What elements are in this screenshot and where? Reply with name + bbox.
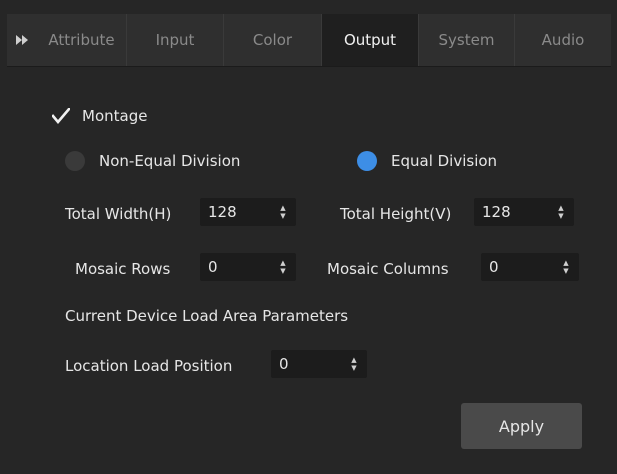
- total-width-spinbox[interactable]: 128 ▲ ▼: [200, 198, 296, 226]
- non-equal-division-option[interactable]: Non-Equal Division: [65, 151, 240, 171]
- mosaic-columns-label: Mosaic Columns: [327, 260, 449, 278]
- location-load-position-value[interactable]: 0: [271, 355, 341, 373]
- tab-attribute[interactable]: Attribute: [37, 14, 127, 66]
- output-settings-panel: Attribute Input Color Output System Audi…: [0, 0, 617, 474]
- tab-input[interactable]: Input: [127, 14, 224, 66]
- non-equal-division-label: Non-Equal Division: [99, 152, 241, 170]
- location-load-position-label: Location Load Position: [65, 357, 233, 375]
- total-height-value[interactable]: 128: [474, 203, 548, 221]
- tab-color[interactable]: Color: [224, 14, 322, 66]
- spin-arrows-icon[interactable]: ▲ ▼: [270, 253, 296, 281]
- spin-arrows-icon[interactable]: ▲ ▼: [548, 198, 574, 226]
- radio-selected-icon[interactable]: [357, 151, 377, 171]
- section-title: Current Device Load Area Parameters: [65, 307, 349, 325]
- tab-bar: Attribute Input Color Output System Audi…: [7, 14, 611, 67]
- tab-audio[interactable]: Audio: [515, 14, 611, 66]
- total-height-label: Total Height(V): [340, 205, 452, 223]
- total-width-label: Total Width(H): [65, 205, 172, 223]
- mosaic-rows-label: Mosaic Rows: [75, 260, 171, 278]
- montage-checkbox-row[interactable]: Montage: [52, 107, 147, 125]
- double-chevron-right-icon: [16, 35, 28, 45]
- spin-arrows-icon[interactable]: ▲ ▼: [341, 350, 367, 378]
- mosaic-columns-value[interactable]: 0: [481, 258, 553, 276]
- montage-label: Montage: [82, 107, 148, 125]
- double-chevron-right-icon[interactable]: [7, 14, 37, 66]
- radio-unselected-icon[interactable]: [65, 151, 85, 171]
- location-load-position-spinbox[interactable]: 0 ▲ ▼: [271, 350, 367, 378]
- output-tab-content: Montage Non-Equal Division Equal Divisio…: [7, 67, 611, 467]
- spin-arrows-icon[interactable]: ▲ ▼: [270, 198, 296, 226]
- total-height-spinbox[interactable]: 128 ▲ ▼: [474, 198, 574, 226]
- total-width-value[interactable]: 128: [200, 203, 270, 221]
- checkbox-checked-icon[interactable]: [52, 107, 70, 125]
- tab-system[interactable]: System: [419, 14, 515, 66]
- equal-division-option[interactable]: Equal Division: [357, 151, 497, 171]
- spin-arrows-icon[interactable]: ▲ ▼: [553, 253, 579, 281]
- mosaic-rows-value[interactable]: 0: [200, 258, 270, 276]
- apply-button[interactable]: Apply: [461, 403, 582, 449]
- mosaic-columns-spinbox[interactable]: 0 ▲ ▼: [481, 253, 579, 281]
- tab-output[interactable]: Output: [322, 14, 419, 66]
- equal-division-label: Equal Division: [391, 152, 498, 170]
- mosaic-rows-spinbox[interactable]: 0 ▲ ▼: [200, 253, 296, 281]
